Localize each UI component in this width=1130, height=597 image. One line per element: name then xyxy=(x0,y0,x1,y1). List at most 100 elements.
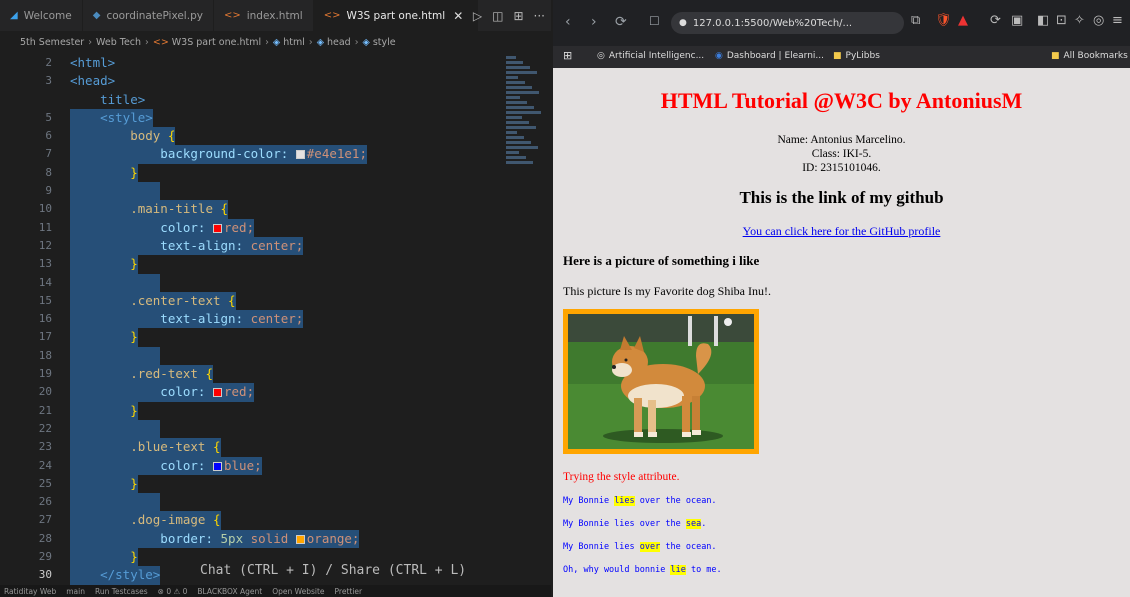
tab-icon[interactable]: ⊡ xyxy=(1056,13,1067,28)
color-swatch-icon xyxy=(295,534,305,544)
code-token: center; xyxy=(250,311,304,327)
minimap-line xyxy=(506,81,525,84)
code-line: 21 } xyxy=(0,401,500,420)
line-text xyxy=(70,346,160,366)
layout-icon[interactable]: ⊞ xyxy=(513,9,523,23)
more-actions-icon[interactable]: ··· xyxy=(534,9,545,23)
code-token: center; xyxy=(250,237,304,253)
breadcrumb-item[interactable]: html xyxy=(283,37,305,48)
code-token: { xyxy=(220,201,229,217)
reload-icon[interactable]: ⟳ xyxy=(615,14,627,30)
apps-icon[interactable]: ⊞ xyxy=(563,49,572,62)
screenshot-icon[interactable]: ▣ xyxy=(1011,13,1023,28)
line-text xyxy=(70,273,160,292)
share-icon[interactable]: ⧉ xyxy=(911,13,920,28)
line-number: 19 xyxy=(38,367,52,381)
minimap-line xyxy=(506,76,518,79)
bookmark-item[interactable]: ■ PyLibbs xyxy=(833,51,880,61)
editor-tab[interactable]: <> W3S part one.html ✕ xyxy=(313,0,479,31)
split-editor-icon[interactable]: ◫ xyxy=(492,9,503,23)
breadcrumb-item[interactable]: W3S part one.html xyxy=(172,37,261,48)
line-number: 16 xyxy=(38,312,52,326)
code-token: #e4e1e1; xyxy=(306,146,367,162)
back-icon[interactable]: ‹ xyxy=(565,14,571,30)
line-text: </style> xyxy=(70,566,161,585)
info-id: ID: 2315101046. xyxy=(802,162,881,174)
folder-icon: ■ xyxy=(833,51,842,61)
site-info-icon[interactable]: ● xyxy=(679,18,687,28)
sidebar-icon[interactable]: ◧ xyxy=(1037,13,1049,28)
bookmark-item[interactable]: ◉ Dashboard | Elearni... xyxy=(715,51,824,61)
editor-tab[interactable]: <> index.html xyxy=(214,0,314,31)
editor-tab[interactable]: ◆ coordinatePixel.py xyxy=(83,0,214,31)
breadcrumb-item[interactable]: head xyxy=(327,37,351,48)
close-icon[interactable]: ✕ xyxy=(453,9,463,23)
wallet-icon[interactable]: ◎ xyxy=(1093,13,1104,28)
line-text: <html> xyxy=(70,54,115,72)
forward-icon[interactable]: › xyxy=(591,14,597,30)
minimap-line xyxy=(506,141,531,144)
code-token: title> xyxy=(70,91,146,107)
status-item[interactable]: Ratiditay Web xyxy=(4,587,56,596)
line-text: .center-text { xyxy=(70,291,236,311)
github-link[interactable]: You can click here for the GitHub profil… xyxy=(553,224,1130,239)
line-number: 5 xyxy=(45,110,52,124)
bookmark-icon[interactable]: ☐ xyxy=(649,14,660,28)
breadcrumb-item[interactable]: Web Tech xyxy=(96,37,141,48)
poem-line: My Bonnie lies over the sea. xyxy=(563,519,707,529)
line-number: 20 xyxy=(38,385,52,399)
status-item[interactable]: main xyxy=(66,587,85,596)
status-item[interactable]: Open Website xyxy=(272,587,324,596)
line-number: 26 xyxy=(38,495,52,509)
editor-actions: ▷ ◫ ⊞ ··· xyxy=(473,0,545,31)
minimap-line xyxy=(506,131,517,134)
line-number: 15 xyxy=(38,293,52,307)
browser-toolbar: ‹ › ⟳ ☐ ● 127.0.0.1:5500/Web%20Tech/... … xyxy=(553,0,1130,46)
line-number: 7 xyxy=(45,147,52,161)
code-token: } xyxy=(70,329,138,345)
code-editor[interactable]: 2 <html> 3 <head> title> 5 <style> 6 body {7 … xyxy=(0,54,500,585)
extensions-icon[interactable]: ✧ xyxy=(1074,13,1085,28)
line-text xyxy=(70,419,160,439)
code-token: </style> xyxy=(70,567,161,583)
line-text: <style> xyxy=(70,108,153,128)
color-swatch-icon xyxy=(213,388,222,398)
line-text: title> xyxy=(70,91,145,109)
brave-shield-icon[interactable]: 🛡 xyxy=(935,13,952,28)
bookmark-item[interactable]: ◎ Artificial Intelligenc... xyxy=(597,51,704,61)
code-token: red; xyxy=(224,219,255,235)
code-line: 19 .red-text { xyxy=(0,365,500,384)
status-item[interactable]: Run Testcases xyxy=(95,587,148,596)
html-file-icon: <> xyxy=(223,10,241,21)
code-line: 27 .dog-image { xyxy=(0,511,500,530)
all-bookmarks[interactable]: ■ All Bookmarks xyxy=(1051,51,1128,61)
vscode-logo-icon: ◢ xyxy=(10,10,18,21)
brave-rewards-icon[interactable]: ▲ xyxy=(958,13,968,28)
code-line: 16 text-align: center; xyxy=(0,310,500,329)
address-bar[interactable]: ● 127.0.0.1:5500/Web%20Tech/... xyxy=(671,12,904,34)
info-name: Name: Antonius Marcelino. xyxy=(777,134,906,146)
status-item[interactable]: BLACKBOX Agent xyxy=(197,587,262,596)
code-token: { xyxy=(167,128,176,144)
code-token: .red-text xyxy=(70,366,206,382)
color-swatch-icon xyxy=(295,150,305,160)
breadcrumb-item[interactable]: 5th Semester xyxy=(20,37,84,48)
github-heading: This is the link of my github xyxy=(739,188,944,207)
editor-tab[interactable]: ◢ Welcome xyxy=(0,0,83,31)
code-line: 10 .main-title { xyxy=(0,200,500,219)
poem-line: Oh, why would bonnie lie to me. xyxy=(563,565,722,575)
status-item[interactable]: ⊗ 0 ⚠ 0 xyxy=(158,587,188,596)
sync-icon[interactable]: ⟳ xyxy=(990,13,1001,28)
breadcrumb-item[interactable]: style xyxy=(373,37,396,48)
student-info: Name: Antonius Marcelino. Class: IKI-5. … xyxy=(553,133,1130,175)
editor-tab-label: coordinatePixel.py xyxy=(106,9,203,22)
minimap-line xyxy=(506,111,541,114)
code-line: 5 <style> xyxy=(0,108,500,128)
status-bar: Ratiditay Web main Run Testcases ⊗ 0 ⚠ 0… xyxy=(0,585,551,597)
menu-icon[interactable]: ≡ xyxy=(1112,13,1123,28)
status-item[interactable]: Prettier xyxy=(335,587,363,596)
minimap[interactable] xyxy=(506,54,544,194)
code-line: 13 } xyxy=(0,255,500,274)
run-icon[interactable]: ▷ xyxy=(473,9,482,23)
line-number: 27 xyxy=(38,513,52,527)
